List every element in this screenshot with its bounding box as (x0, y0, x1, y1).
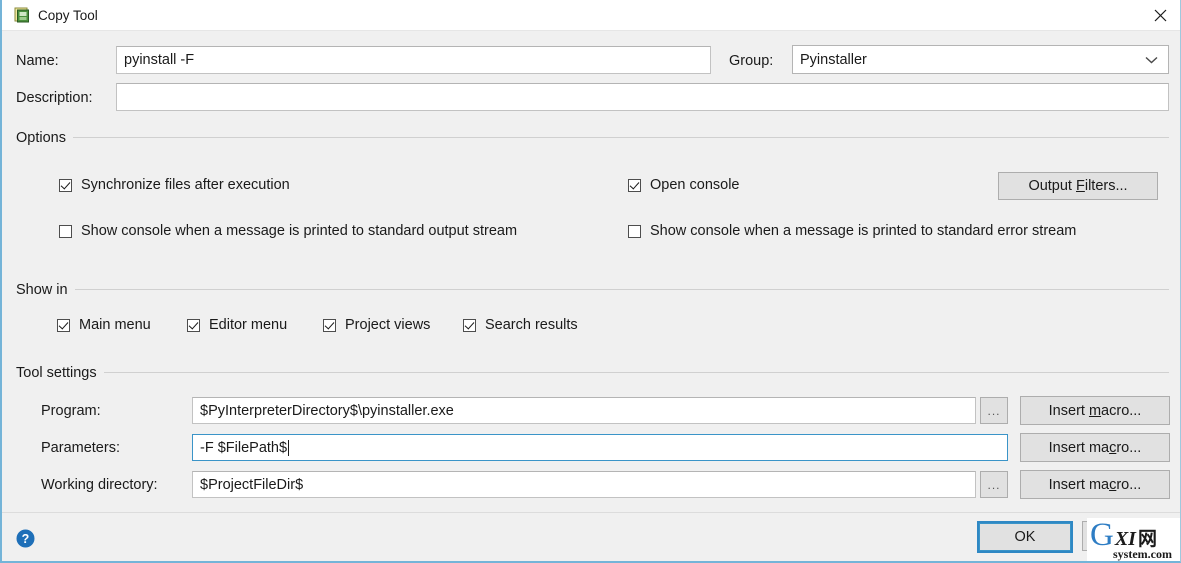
working-directory-input[interactable]: $ProjectFileDir$ (192, 471, 976, 498)
watermark-middle: XI (1114, 528, 1136, 550)
tool-settings-group-rule (16, 372, 1169, 373)
checkbox-open-console-label: Open console (650, 177, 740, 193)
group-select-value: Pyinstaller (800, 51, 867, 68)
parameters-label: Parameters: (41, 440, 120, 456)
name-label: Name: (16, 53, 59, 69)
show-in-group-rule (16, 289, 1169, 290)
checkbox-synchronize-files-label: Synchronize files after execution (81, 177, 290, 193)
checkbox-main-menu[interactable]: Main menu (57, 318, 151, 333)
checkbox-show-console-stdout[interactable]: Show console when a message is printed t… (59, 224, 517, 239)
parameters-insert-macro-button[interactable]: Insert macro... (1020, 433, 1170, 462)
copy-tool-icon (14, 7, 31, 24)
checkbox-show-console-stderr[interactable]: Show console when a message is printed t… (628, 224, 1076, 239)
working-directory-browse-button[interactable]: ... (980, 471, 1008, 498)
checkbox-show-console-stderr-box[interactable] (628, 224, 641, 238)
checkbox-search-results[interactable]: Search results (463, 318, 578, 333)
name-input[interactable]: pyinstall -F (116, 46, 711, 74)
options-group-rule (16, 137, 1169, 138)
help-icon[interactable]: ? (16, 529, 35, 548)
ok-button-label: OK (1014, 529, 1036, 545)
checkbox-project-views-box[interactable] (323, 318, 336, 332)
program-browse-button[interactable]: ... (980, 397, 1008, 424)
options-group-title: Options (16, 131, 73, 146)
parameters-insert-macro-label: Insert macro... (1048, 439, 1142, 456)
checkbox-project-views-label: Project views (345, 317, 431, 333)
watermark: G XI 网 system.com (1087, 518, 1180, 561)
checkbox-show-console-stderr-label: Show console when a message is printed t… (650, 223, 1077, 239)
title-bar: Copy Tool (2, 0, 1180, 31)
close-button[interactable] (1137, 0, 1180, 30)
output-filters-button-label: Output Filters... (1028, 178, 1128, 194)
group-select[interactable]: Pyinstaller (792, 45, 1169, 74)
checkbox-editor-menu[interactable]: Editor menu (187, 318, 287, 333)
checkbox-editor-menu-label: Editor menu (209, 317, 288, 333)
ok-button[interactable]: OK (979, 523, 1071, 551)
working-directory-insert-macro-label: Insert macro... (1048, 476, 1142, 493)
checkbox-show-console-stdout-label: Show console when a message is printed t… (81, 223, 518, 239)
parameters-input[interactable]: -F $FilePath$ (192, 434, 1008, 461)
working-directory-insert-macro-button[interactable]: Insert macro... (1020, 470, 1170, 499)
show-in-group-title: Show in (16, 283, 75, 298)
text-caret (288, 439, 290, 456)
program-insert-macro-label: Insert macro... (1048, 402, 1142, 419)
checkbox-open-console-box[interactable] (628, 178, 641, 192)
description-label: Description: (16, 90, 93, 106)
parameters-input-value: -F $FilePath$ (200, 439, 288, 456)
chevron-down-icon (1145, 52, 1158, 68)
window-title: Copy Tool (38, 8, 98, 23)
checkbox-synchronize-files-box[interactable] (59, 178, 72, 192)
checkbox-open-console[interactable]: Open console (628, 178, 739, 193)
checkbox-show-console-stdout-box[interactable] (59, 224, 72, 238)
output-filters-button[interactable]: Output Filters... (998, 172, 1158, 200)
copy-tool-dialog: Copy Tool Name: pyinstall -F Group: Pyin… (0, 0, 1181, 563)
program-browse-label: ... (987, 403, 1001, 418)
working-directory-label: Working directory: (41, 477, 158, 493)
checkbox-main-menu-box[interactable] (57, 318, 70, 332)
tool-settings-group-title: Tool settings (16, 366, 104, 381)
description-input[interactable] (116, 83, 1169, 111)
watermark-domain: system.com (1113, 547, 1172, 561)
footer-separator (2, 512, 1180, 513)
checkbox-synchronize-files[interactable]: Synchronize files after execution (59, 178, 290, 193)
checkbox-main-menu-label: Main menu (79, 317, 151, 333)
working-directory-browse-label: ... (987, 477, 1001, 492)
close-icon (1154, 9, 1166, 21)
checkbox-search-results-label: Search results (485, 317, 578, 333)
watermark-letter: G (1090, 518, 1114, 553)
checkbox-project-views[interactable]: Project views (323, 318, 430, 333)
checkbox-editor-menu-box[interactable] (187, 318, 200, 332)
checkbox-search-results-box[interactable] (463, 318, 476, 332)
program-input[interactable]: $PyInterpreterDirectory$\pyinstaller.exe (192, 397, 976, 424)
program-label: Program: (41, 403, 101, 419)
group-label: Group: (729, 53, 774, 69)
svg-text:?: ? (22, 532, 30, 546)
program-insert-macro-button[interactable]: Insert macro... (1020, 396, 1170, 425)
